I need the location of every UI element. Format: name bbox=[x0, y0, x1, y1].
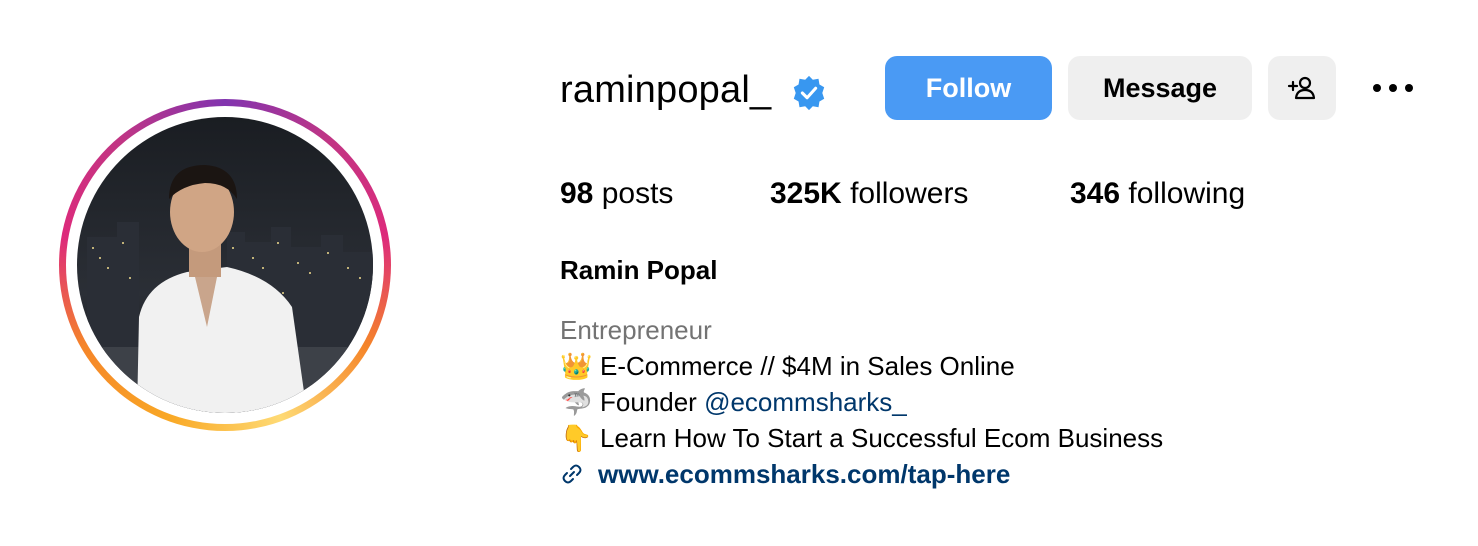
more-options-button[interactable] bbox=[1368, 70, 1418, 106]
story-ring[interactable] bbox=[59, 99, 391, 431]
bio-line-3: 👇 Learn How To Start a Successful Ecom Bu… bbox=[560, 420, 1163, 456]
crown-emoji-icon: 👑 bbox=[560, 351, 593, 381]
suggested-users-button[interactable] bbox=[1268, 56, 1336, 120]
posts-stat: 98 posts bbox=[560, 174, 673, 214]
followers-label: followers bbox=[850, 177, 969, 210]
mention-link[interactable]: @ecommsharks_ bbox=[704, 387, 907, 417]
followers-stat[interactable]: 325K followers bbox=[770, 174, 968, 214]
more-options-icon bbox=[1373, 84, 1413, 92]
following-label: following bbox=[1128, 177, 1246, 210]
bio-text: Learn How To Start a Successful Ecom Bus… bbox=[600, 423, 1164, 453]
username: raminpopal_ bbox=[560, 69, 772, 111]
followers-count: 325K bbox=[770, 177, 842, 210]
bio-text: Founder bbox=[600, 387, 705, 417]
avatar-photo bbox=[77, 117, 373, 413]
bio-line-1: 👑 E-Commerce // $4M in Sales Online bbox=[560, 348, 1015, 384]
bio-text: E-Commerce // $4M in Sales Online bbox=[600, 351, 1015, 381]
shark-emoji-icon: 🦈 bbox=[560, 387, 593, 417]
category-label: Entrepreneur bbox=[560, 315, 712, 345]
follow-button[interactable]: Follow bbox=[885, 56, 1052, 120]
website-link[interactable]: www.ecommsharks.com/tap-here bbox=[598, 456, 1010, 492]
posts-label: posts bbox=[601, 177, 674, 210]
verified-badge-icon bbox=[793, 75, 825, 111]
add-user-icon bbox=[1287, 76, 1316, 100]
bio-link[interactable]: www.ecommsharks.com/tap-here bbox=[560, 456, 1010, 492]
message-button[interactable]: Message bbox=[1068, 56, 1252, 120]
avatar[interactable] bbox=[77, 117, 373, 413]
following-count: 346 bbox=[1070, 177, 1121, 210]
posts-count: 98 bbox=[560, 177, 594, 210]
full-name: Ramin Popal bbox=[560, 255, 718, 285]
following-stat[interactable]: 346 following bbox=[1070, 174, 1245, 214]
link-icon bbox=[562, 464, 582, 484]
bio-line-2: 🦈 Founder @ecommsharks_ bbox=[560, 384, 907, 420]
pointing-down-emoji-icon: 👇 bbox=[560, 423, 593, 453]
